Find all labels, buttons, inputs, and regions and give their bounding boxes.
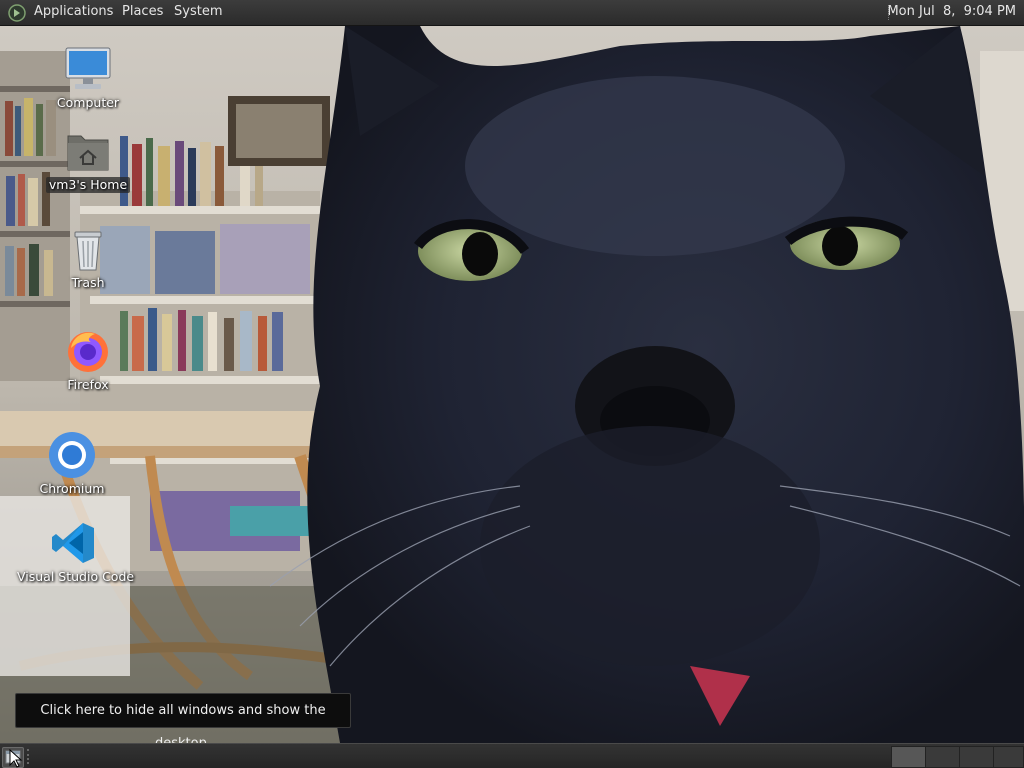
desktop-icon-chromium[interactable]: Chromium — [12, 430, 132, 497]
desktop-icon-label: Chromium — [39, 481, 105, 496]
clock[interactable]: Mon Jul 8, 9:04 PM — [883, 0, 1020, 25]
chromium-icon — [49, 432, 95, 478]
desktop-icon-home[interactable]: vm3's Home — [28, 128, 148, 193]
firefox-icon — [68, 332, 108, 372]
system-menu[interactable]: System — [174, 0, 222, 25]
workspace-3[interactable] — [959, 746, 994, 768]
desktop-icon-vscode[interactable]: Visual Studio Code — [14, 520, 134, 585]
places-menu[interactable]: Places — [122, 0, 163, 25]
desktop-icon-firefox[interactable]: Firefox — [28, 328, 148, 393]
applications-menu[interactable]: Applications — [34, 0, 113, 25]
vscode-icon — [52, 523, 94, 563]
bottom-panel — [0, 743, 1024, 768]
desktop-icon-label: Computer — [56, 95, 120, 110]
show-desktop-tooltip: Click here to hide all windows and show … — [15, 693, 351, 751]
panel-handle[interactable] — [27, 749, 32, 764]
desktop-icon-computer[interactable]: Computer — [28, 46, 148, 111]
workspace-2[interactable] — [925, 746, 960, 768]
desktop-icon-label: Trash — [71, 275, 105, 290]
desktop-icon-label: Visual Studio Code — [17, 569, 135, 584]
workspace-1[interactable] — [891, 746, 926, 768]
wallpaper-image[interactable] — [0, 26, 1024, 743]
computer-icon — [65, 47, 111, 89]
trash-icon — [74, 231, 102, 271]
workspace-4[interactable] — [993, 746, 1024, 768]
desktop-icon-label: Firefox — [67, 377, 109, 392]
top-panel: Applications Places System Mon Jul 8, 9:… — [0, 0, 1024, 26]
distro-logo-icon[interactable] — [8, 4, 26, 22]
desktop-screen: Applications Places System Mon Jul 8, 9:… — [0, 0, 1024, 768]
home-folder-icon — [67, 135, 109, 171]
mouse-pointer-icon — [9, 749, 23, 768]
desktop-icon-trash[interactable]: Trash — [28, 226, 148, 291]
desktop-icon-label: vm3's Home — [45, 177, 131, 193]
